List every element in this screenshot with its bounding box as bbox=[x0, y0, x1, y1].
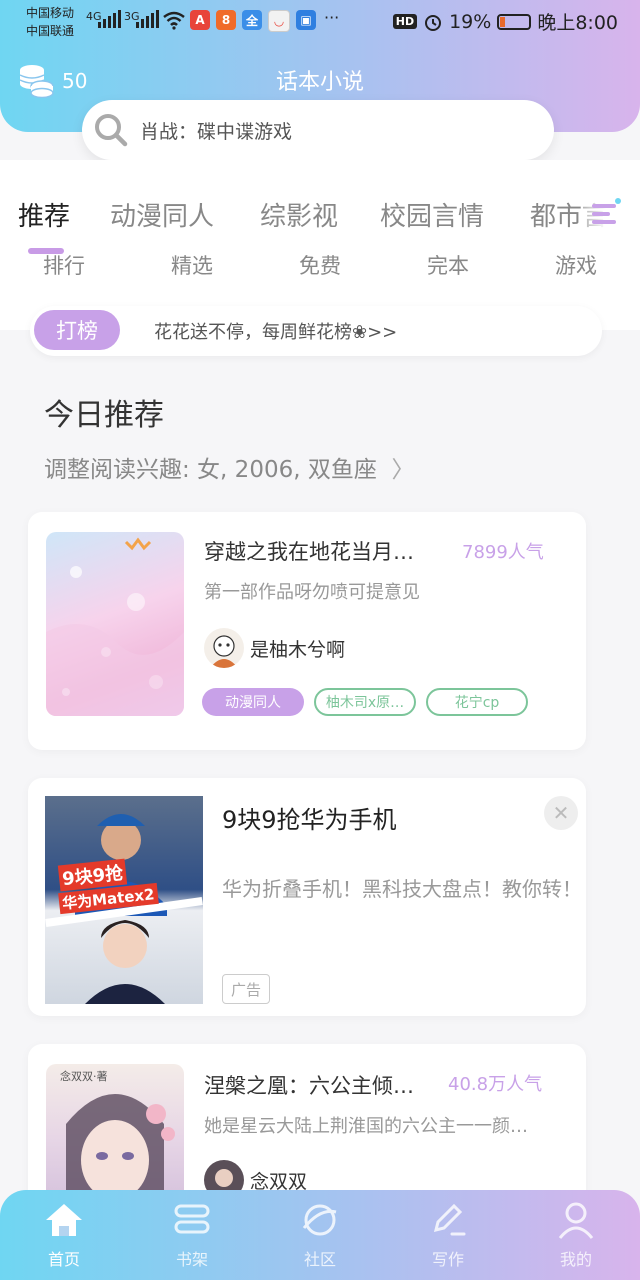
battery-icon bbox=[497, 13, 532, 30]
signal-icon bbox=[98, 10, 121, 28]
ad-description: 华为折叠手机！黑科技大盘点！教你转！ bbox=[222, 877, 582, 901]
nav-label: 书架 bbox=[175, 1250, 208, 1269]
hd-icon: HD bbox=[392, 14, 418, 29]
book-title: 涅槃之凰：六公主倾… bbox=[204, 1074, 414, 1098]
planet-icon bbox=[302, 1204, 337, 1236]
book-title: 穿越之我在地花当月… bbox=[204, 540, 414, 564]
ad-card[interactable]: 9块9抢 华为Matex2 9块9抢华为手机 ✕ 华为折叠手机！黑科技大盘点！教… bbox=[28, 778, 586, 1016]
tab-campus[interactable]: 校园言情 bbox=[380, 196, 484, 233]
interest-text: 调整阅读兴趣: 女, 2006, 双鱼座 bbox=[44, 457, 377, 483]
book-author[interactable]: 是柚木兮啊 bbox=[204, 628, 345, 668]
user-icon bbox=[558, 1202, 594, 1239]
rank-pill: 打榜 bbox=[34, 310, 120, 350]
tab-film-tv[interactable]: 综影视 bbox=[260, 196, 338, 233]
more-notifications-icon: ··· bbox=[324, 8, 340, 27]
subtab-free[interactable]: 免费 bbox=[280, 250, 360, 280]
carrier-2: 中国联通 bbox=[26, 24, 75, 38]
tab-area bbox=[0, 160, 640, 330]
svg-text:念双双·著: 念双双·著 bbox=[60, 1069, 108, 1083]
bookshelf-icon bbox=[174, 1204, 210, 1234]
tag-cp[interactable]: 花宁cp bbox=[426, 688, 528, 716]
subtab-ranking[interactable]: 排行 bbox=[24, 250, 104, 280]
ad-title: 9块9抢华为手机 bbox=[222, 806, 397, 834]
nav-label: 我的 bbox=[559, 1250, 592, 1269]
search-placeholder: 肖战：碟中谍游戏 bbox=[140, 120, 293, 143]
app-notification-icon-4: ◡ bbox=[268, 10, 290, 32]
tag-category[interactable]: 动漫同人 bbox=[202, 688, 304, 716]
app-notification-icon-1: A bbox=[190, 10, 210, 30]
tag-pairing[interactable]: 柚木司x原… bbox=[314, 688, 416, 716]
book-description: 第一部作品呀勿喷可提意见 bbox=[204, 582, 420, 603]
nav-home[interactable]: 首页 bbox=[14, 1198, 114, 1270]
battery-percent: 19% bbox=[449, 10, 492, 33]
tab-anime[interactable]: 动漫同人 bbox=[110, 196, 214, 233]
pencil-icon bbox=[433, 1203, 466, 1236]
book-popularity: 7899人气 bbox=[462, 542, 544, 563]
app-notification-icon-5: ▣ bbox=[296, 10, 316, 30]
book-card[interactable]: 穿越之我在地花当月… 7899人气 第一部作品呀勿喷可提意见 是柚木兮啊 动漫同… bbox=[28, 512, 586, 750]
avatar bbox=[204, 628, 244, 668]
carrier-1: 中国移动 bbox=[26, 6, 75, 20]
nav-community[interactable]: 社区 bbox=[270, 1198, 370, 1270]
category-tabs: 推荐 动漫同人 综影视 校园言情 都市言情 bbox=[0, 196, 640, 240]
section-title: 今日推荐 bbox=[44, 398, 164, 433]
nav-bookshelf[interactable]: 书架 bbox=[142, 1198, 242, 1270]
clock: 晚上8:00 bbox=[537, 12, 618, 34]
book-description: 她是星云大陆上荆淮国的六公主一一颜… bbox=[204, 1116, 528, 1137]
menu-icon bbox=[592, 198, 621, 224]
interest-link[interactable]: 调整阅读兴趣: 女, 2006, 双鱼座 〉 bbox=[44, 450, 414, 484]
app-title: 话本小说 bbox=[275, 70, 364, 95]
rank-banner[interactable]: 打榜 花花送不停，每周鲜花榜❀>> bbox=[30, 306, 602, 356]
nav-label: 写作 bbox=[431, 1250, 464, 1269]
search-icon bbox=[95, 114, 128, 147]
wifi-icon bbox=[163, 11, 185, 30]
alarm-icon bbox=[425, 14, 442, 31]
status-right: HD 19% 晚上8:00 bbox=[392, 8, 618, 35]
home-icon bbox=[46, 1204, 82, 1236]
nav-write[interactable]: 写作 bbox=[398, 1198, 498, 1270]
subtab-games[interactable]: 游戏 bbox=[536, 250, 616, 280]
nav-label: 首页 bbox=[47, 1250, 80, 1269]
carrier-info: 中国移动 中国联通 bbox=[26, 4, 74, 40]
close-icon[interactable]: ✕ bbox=[544, 796, 578, 830]
sub-tabs: 排行 精选 免费 完本 游戏 bbox=[0, 250, 640, 280]
author-name: 是柚木兮啊 bbox=[250, 638, 346, 661]
subtab-completed[interactable]: 完本 bbox=[408, 250, 488, 280]
signal-icon-2 bbox=[136, 10, 159, 28]
search-box[interactable]: 肖战：碟中谍游戏 bbox=[82, 100, 554, 160]
ad-badge: 广告 bbox=[222, 974, 271, 1004]
category-menu-button[interactable] bbox=[584, 194, 640, 238]
ad-image: 9块9抢 华为Matex2 bbox=[45, 796, 203, 1004]
app-notification-icon-2: 8 bbox=[216, 10, 236, 30]
book-cover bbox=[46, 532, 184, 716]
book-popularity: 40.8万人气 bbox=[448, 1074, 543, 1095]
status-bar: 中国移动 中国联通 4G 3G A 8 全 ◡ ▣ ··· HD 19% 晚上8… bbox=[0, 0, 640, 44]
tab-recommend[interactable]: 推荐 bbox=[18, 196, 70, 233]
rank-text: 花花送不停，每周鲜花榜❀>> bbox=[154, 322, 398, 343]
app-notification-icon-3: 全 bbox=[242, 10, 262, 30]
bottom-navigation: 首页 书架 社区 写作 我的 bbox=[0, 1190, 640, 1280]
subtab-featured[interactable]: 精选 bbox=[152, 250, 232, 280]
nav-profile[interactable]: 我的 bbox=[526, 1198, 626, 1270]
chevron-right-icon: 〉 bbox=[384, 457, 415, 483]
nav-label: 社区 bbox=[303, 1250, 336, 1269]
